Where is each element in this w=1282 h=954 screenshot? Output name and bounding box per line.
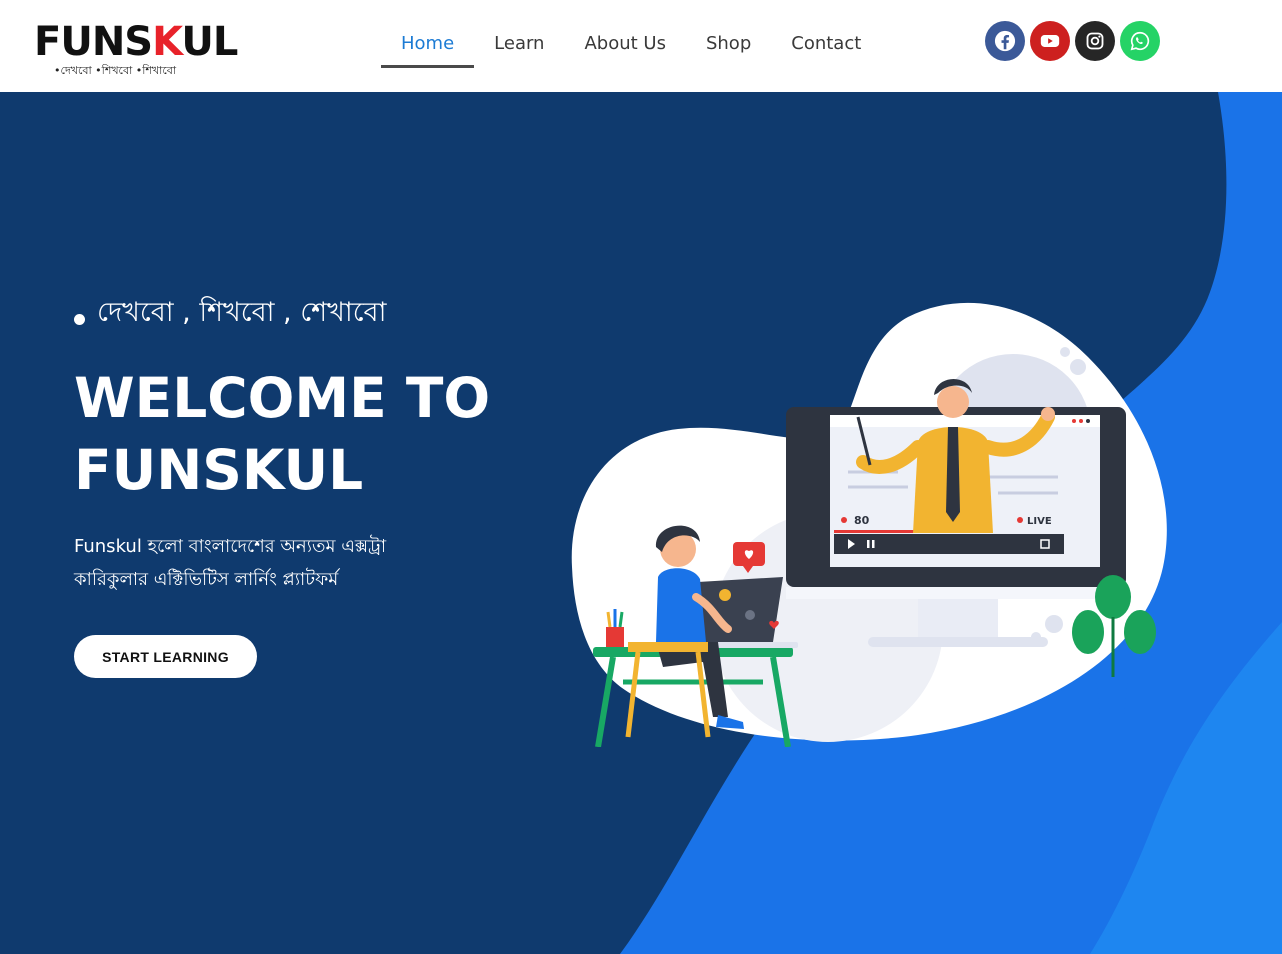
hero-tagline-text: দেখবো , শিখবো , শেখাবো (97, 297, 387, 328)
whatsapp-link[interactable] (1120, 21, 1160, 61)
whatsapp-icon (1130, 31, 1150, 51)
facebook-icon (994, 30, 1016, 52)
online-class-illustration: 80 LIVE (571, 302, 1167, 747)
nav-home[interactable]: Home (381, 22, 475, 68)
nav-about-us[interactable]: About Us (564, 22, 686, 68)
hero-title-line-1: WELCOME TO (74, 366, 491, 430)
site-logo[interactable]: FUNSKUL •দেখবো •শিখবো •শিখাবো (34, 10, 238, 80)
social-links (985, 21, 1160, 61)
live-label: LIVE (1027, 516, 1052, 527)
nav-contact[interactable]: Contact (771, 22, 881, 68)
nav-learn[interactable]: Learn (474, 22, 564, 68)
viewer-count: 80 (854, 514, 870, 527)
youtube-icon (1040, 35, 1060, 47)
main-navigation: Home Learn About Us Shop Contact (381, 22, 881, 68)
bullet-icon (74, 314, 85, 325)
hero-title-line-2: FUNSKUL (74, 438, 364, 502)
logo-tagline: •দেখবো •শিখবো •শিখাবো (54, 64, 177, 77)
instagram-icon (1086, 32, 1104, 50)
nav-shop[interactable]: Shop (686, 22, 771, 68)
instagram-link[interactable] (1075, 21, 1115, 61)
hero-description: Funskul হলো বাংলাদেশের অন্যতম এক্সট্রা ক… (74, 536, 387, 590)
hero-title: WELCOME TO FUNSKUL (74, 362, 544, 506)
logo-wordmark: FUNSKUL (34, 19, 238, 65)
site-header: FUNSKUL •দেখবো •শিখবো •শিখাবো Home Learn… (0, 0, 1282, 92)
youtube-link[interactable] (1030, 21, 1070, 61)
facebook-link[interactable] (985, 21, 1025, 61)
start-learning-button[interactable]: START LEARNING (74, 635, 257, 678)
hero-tagline: দেখবো , শিখবো , শেখাবো (74, 292, 386, 337)
hero-section: দেখবো , শিখবো , শেখাবো WELCOME TO FUNSKU… (0, 92, 1282, 954)
